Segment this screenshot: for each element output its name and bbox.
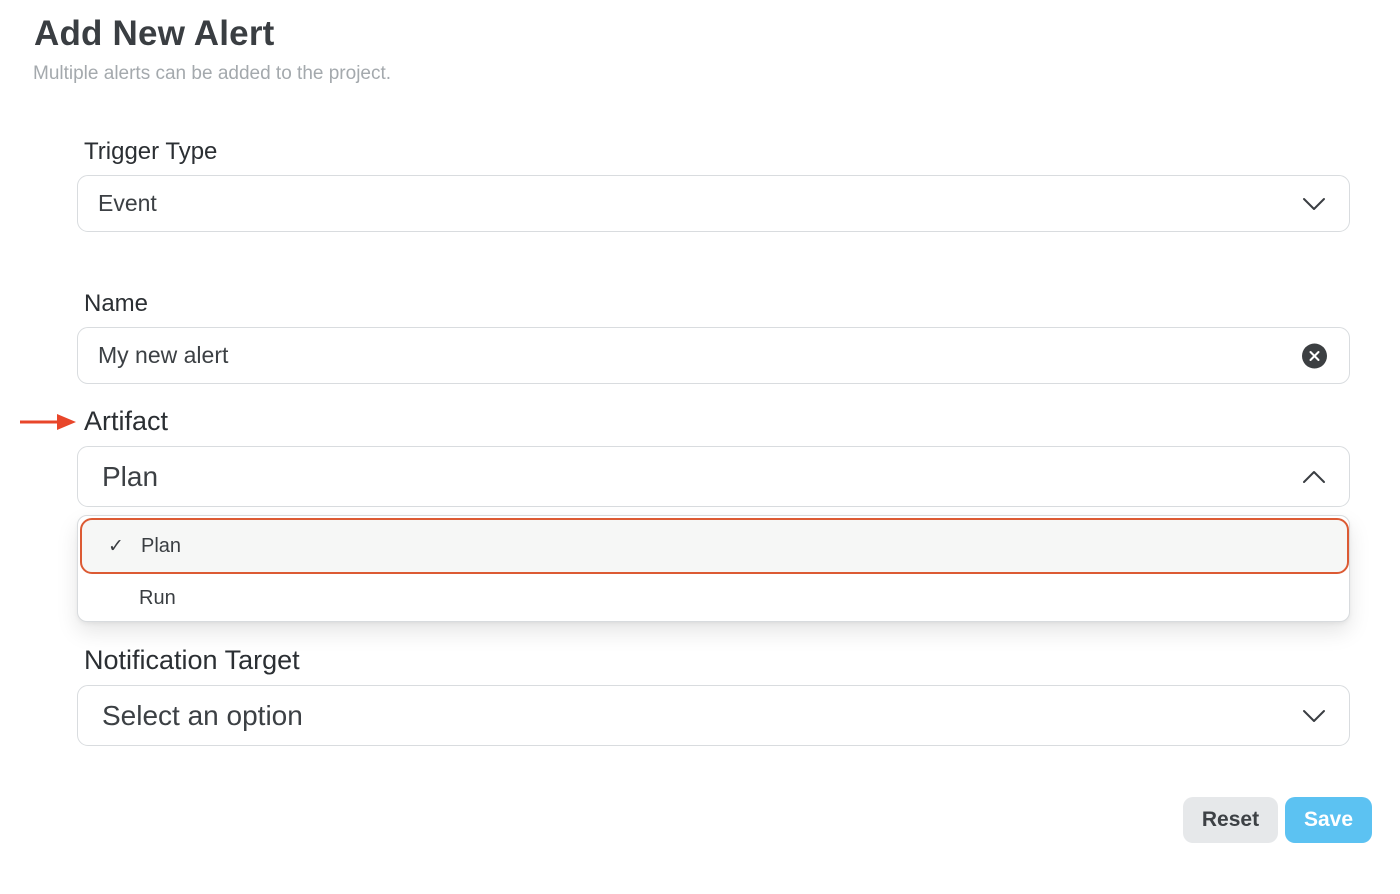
notification-target-select[interactable]: Select an option [77,685,1350,746]
save-button[interactable]: Save [1285,797,1372,843]
reset-button[interactable]: Reset [1183,797,1278,843]
notification-target-label: Notification Target [84,645,300,675]
chevron-up-icon [1301,469,1327,485]
page-subtitle: Multiple alerts can be added to the proj… [33,63,392,84]
check-icon: ✓ [108,535,124,557]
notification-target-placeholder: Select an option [102,699,303,731]
artifact-dropdown-menu: ✓ Plan Run [77,515,1350,622]
chevron-down-icon [1301,708,1327,724]
chevron-down-icon [1301,196,1327,212]
add-alert-page: Add New Alert Multiple alerts can be add… [0,0,1400,894]
name-input[interactable]: My new alert [77,327,1350,384]
trigger-type-label: Trigger Type [84,138,218,165]
trigger-type-select[interactable]: Event [77,175,1350,232]
artifact-option-plan[interactable]: ✓ Plan [80,518,1349,574]
page-title: Add New Alert [34,14,275,53]
artifact-option-run[interactable]: Run [80,576,1349,620]
artifact-select[interactable]: Plan [77,446,1350,507]
artifact-value: Plan [102,460,159,492]
trigger-type-value: Event [98,190,157,216]
pointer-arrow-icon [19,411,77,433]
artifact-label: Artifact [84,406,169,436]
option-label: Plan [141,534,182,557]
name-value: My new alert [98,342,229,368]
option-label: Run [139,586,176,609]
clear-icon[interactable] [1302,343,1327,368]
name-label: Name [84,290,149,317]
